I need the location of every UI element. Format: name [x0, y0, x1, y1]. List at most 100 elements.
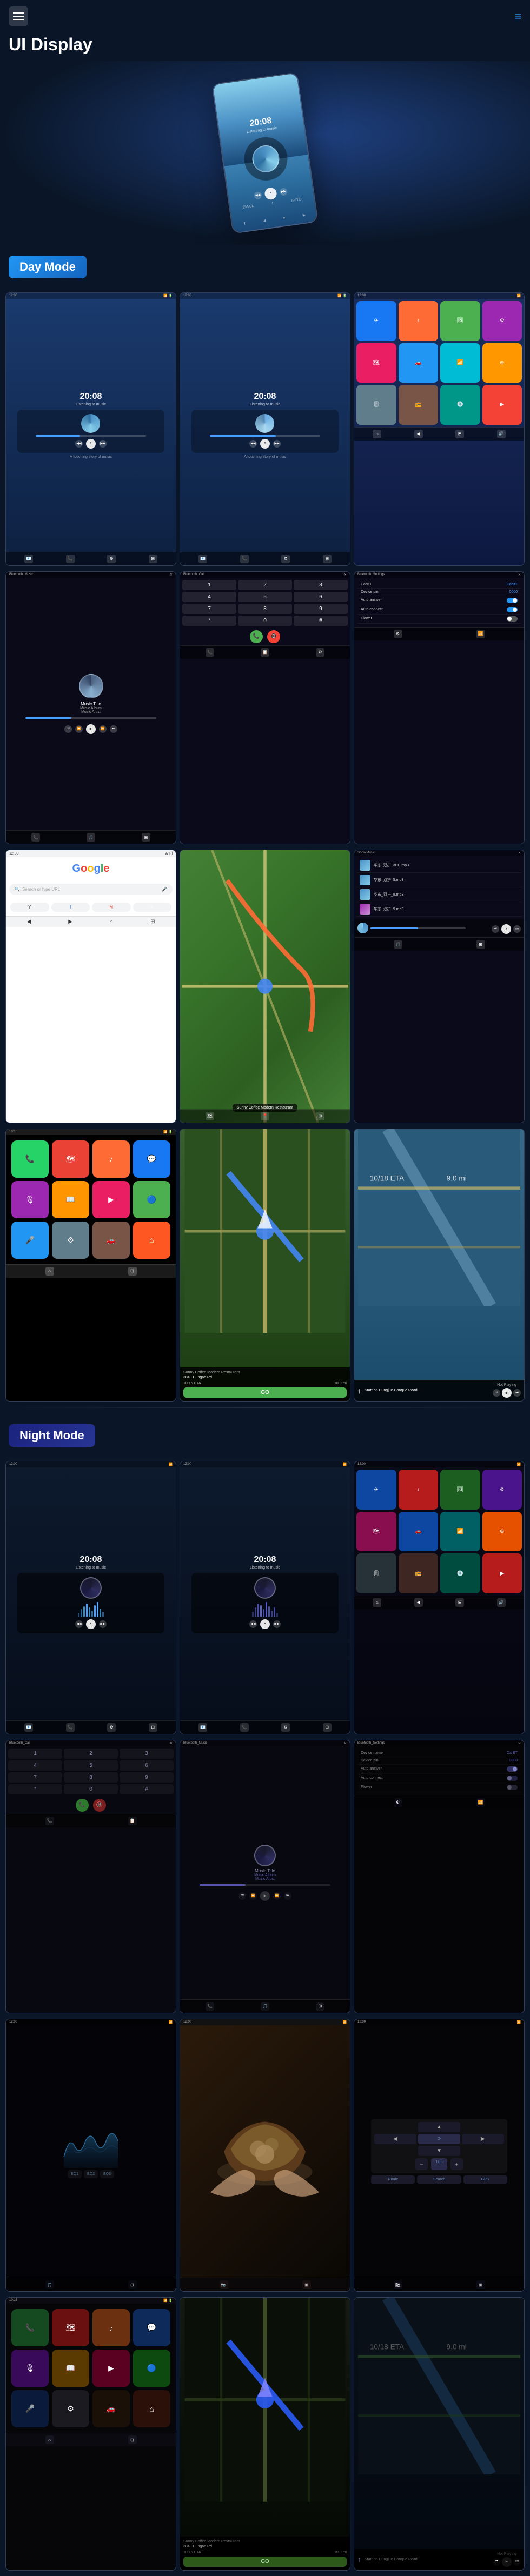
- zoom-in[interactable]: +: [451, 2158, 463, 2170]
- n-dial-0[interactable]: 0: [64, 1784, 118, 1794]
- eq-btn-1[interactable]: EQ1: [68, 2170, 82, 2178]
- n-ctrl-prev-1[interactable]: ◀◀: [75, 1620, 83, 1628]
- n-app-telegram[interactable]: ✈: [356, 1470, 396, 1510]
- map-nav-3[interactable]: ⊞: [316, 1112, 324, 1120]
- n-dial-5[interactable]: 5: [64, 1760, 118, 1771]
- n-ctrl-play-1[interactable]: ⏸: [86, 1619, 96, 1629]
- map-btn-search[interactable]: Search: [417, 2175, 461, 2184]
- sm-nav-2[interactable]: ⊞: [476, 940, 485, 949]
- music-item-3[interactable]: 华东_双拼_8.mp3: [356, 887, 522, 902]
- carplay-nav-2[interactable]: ⊞: [128, 1267, 137, 1276]
- n-ctrl-next-1[interactable]: ▶▶: [99, 1620, 107, 1628]
- cp-siri[interactable]: 🎤: [11, 1222, 49, 1259]
- bt-next[interactable]: ⏭: [110, 725, 117, 733]
- app-yt[interactable]: ▶: [482, 385, 522, 425]
- nav-settings-2[interactable]: ⚙: [281, 555, 290, 563]
- night-music-close[interactable]: ✕: [344, 1741, 347, 1745]
- waze-prev[interactable]: ⏮: [493, 1389, 500, 1397]
- app-more[interactable]: ⊕: [482, 343, 522, 383]
- waze-play[interactable]: ▶: [502, 1388, 512, 1398]
- nav-settings[interactable]: ⚙: [107, 555, 116, 563]
- playing-next[interactable]: ⏭: [513, 925, 521, 933]
- google-forward[interactable]: ▶: [68, 919, 72, 925]
- n-settings-nav-1[interactable]: ⚙: [394, 1798, 402, 1807]
- nav-back[interactable]: ◀: [414, 430, 423, 438]
- n-music-nav-2[interactable]: 🎵: [261, 2002, 269, 2011]
- n-call-nav-2[interactable]: 📋: [128, 1817, 137, 1825]
- n-ctrl-play-2[interactable]: ⏸: [260, 1619, 270, 1629]
- app-waze[interactable]: 🗺: [356, 343, 396, 383]
- n-bt-next[interactable]: ⏭: [284, 1892, 292, 1900]
- bt-settings-nav-1[interactable]: ⚙: [394, 630, 402, 638]
- bt-prev[interactable]: ⏮: [64, 725, 72, 733]
- photo-nav-1[interactable]: 📷: [220, 2280, 228, 2289]
- n-app-music[interactable]: ♪: [399, 1470, 439, 1510]
- cp-music[interactable]: ♪: [92, 1140, 130, 1178]
- google-search-bar[interactable]: 🔍 Search or type URL 🎤: [9, 884, 173, 895]
- n-music-nav-1[interactable]: 📞: [206, 2002, 214, 2011]
- waze-next[interactable]: ⏭: [513, 1389, 521, 1397]
- go-button[interactable]: GO: [183, 1387, 347, 1398]
- bt-nav-3[interactable]: ⊞: [142, 833, 150, 842]
- n-app-waze[interactable]: 🗺: [356, 1512, 396, 1552]
- music-item-1[interactable]: 华东_双拼_3DE.mp3: [356, 858, 522, 873]
- eq-nav-2[interactable]: ⊞: [128, 2280, 137, 2289]
- n-app-vehicle[interactable]: 🚗: [399, 1512, 439, 1552]
- dial-star[interactable]: *: [182, 616, 236, 626]
- n-nav-1[interactable]: 📧: [24, 1723, 33, 1732]
- cp-phone[interactable]: 📞: [11, 1140, 49, 1178]
- playing-play[interactable]: ⏸: [501, 924, 511, 934]
- n-flower-toggle[interactable]: [507, 1785, 518, 1790]
- map-ctrl-center[interactable]: ⊙: [418, 2134, 460, 2144]
- dial-9[interactable]: 9: [294, 604, 348, 614]
- n-app-more[interactable]: ⊕: [482, 1512, 522, 1552]
- bt-call-nav-3[interactable]: ⚙: [316, 648, 324, 657]
- n-nav-2[interactable]: 📞: [66, 1723, 75, 1732]
- n-nav-vol[interactable]: 🔊: [497, 1598, 506, 1607]
- n-dial-4[interactable]: 4: [8, 1760, 62, 1771]
- dial-1[interactable]: 1: [182, 580, 236, 590]
- map-ctrl-left[interactable]: ◀: [374, 2134, 416, 2144]
- n-dial-1[interactable]: 1: [8, 1749, 62, 1759]
- ctrl-play-2[interactable]: ⏸: [260, 439, 270, 449]
- n-dial-6[interactable]: 6: [120, 1760, 174, 1771]
- app-telegram[interactable]: ✈: [356, 301, 396, 341]
- n-app-dvd[interactable]: 💿: [440, 1553, 480, 1593]
- n-app-eq[interactable]: 🎚: [356, 1553, 396, 1593]
- nav-apps[interactable]: ⊞: [149, 555, 157, 563]
- n-call-accept[interactable]: 📞: [76, 1799, 89, 1812]
- music-item-2[interactable]: 华东_双拼_5.mp3: [356, 873, 522, 887]
- cp-podcasts[interactable]: 🎙: [11, 1181, 49, 1218]
- google-back[interactable]: ◀: [27, 919, 31, 925]
- n-waze-next[interactable]: ⏭: [513, 2558, 521, 2566]
- shortcut-1[interactable]: Y: [10, 903, 49, 912]
- nav-apps-3[interactable]: ⊞: [455, 430, 464, 438]
- bt-call-nav-1[interactable]: 📞: [206, 648, 214, 657]
- auto-connect-toggle[interactable]: [507, 607, 518, 612]
- app-radio[interactable]: 📻: [399, 385, 439, 425]
- dial-hash[interactable]: #: [294, 616, 348, 626]
- n-cp-siri[interactable]: 🎤: [11, 2390, 49, 2427]
- n-bt-play[interactable]: ▶: [260, 1891, 270, 1901]
- flower-toggle[interactable]: [507, 616, 518, 622]
- bt-call-close[interactable]: ✕: [344, 573, 347, 577]
- n-dial-7[interactable]: 7: [8, 1772, 62, 1783]
- cp-car[interactable]: 🚗: [92, 1222, 130, 1259]
- dial-2[interactable]: 2: [238, 580, 292, 590]
- call-end[interactable]: 📵: [267, 630, 280, 643]
- n-nav-apps[interactable]: ⊞: [455, 1598, 464, 1607]
- google-home[interactable]: ⌂: [110, 919, 113, 925]
- night-settings-close[interactable]: ✕: [518, 1741, 521, 1745]
- map-nav-1[interactable]: 🗺: [206, 1112, 214, 1120]
- map-ctrl-nav-1[interactable]: 🗺: [394, 2280, 402, 2289]
- shortcut-add[interactable]: +: [133, 903, 172, 912]
- n-cp-car[interactable]: 🚗: [92, 2390, 130, 2427]
- google-tabs[interactable]: ⊞: [150, 919, 155, 925]
- n-bt-rw[interactable]: ⏪: [249, 1892, 257, 1900]
- n-app-photo[interactable]: 🖼: [440, 1470, 480, 1510]
- n-cp-podcasts[interactable]: 🎙: [11, 2350, 49, 2387]
- n-cp-audible[interactable]: 📖: [52, 2350, 89, 2387]
- n-cp-settings[interactable]: ⚙: [52, 2390, 89, 2427]
- n-waze-prev[interactable]: ⏮: [493, 2558, 500, 2566]
- bt-play[interactable]: ▶: [86, 724, 96, 734]
